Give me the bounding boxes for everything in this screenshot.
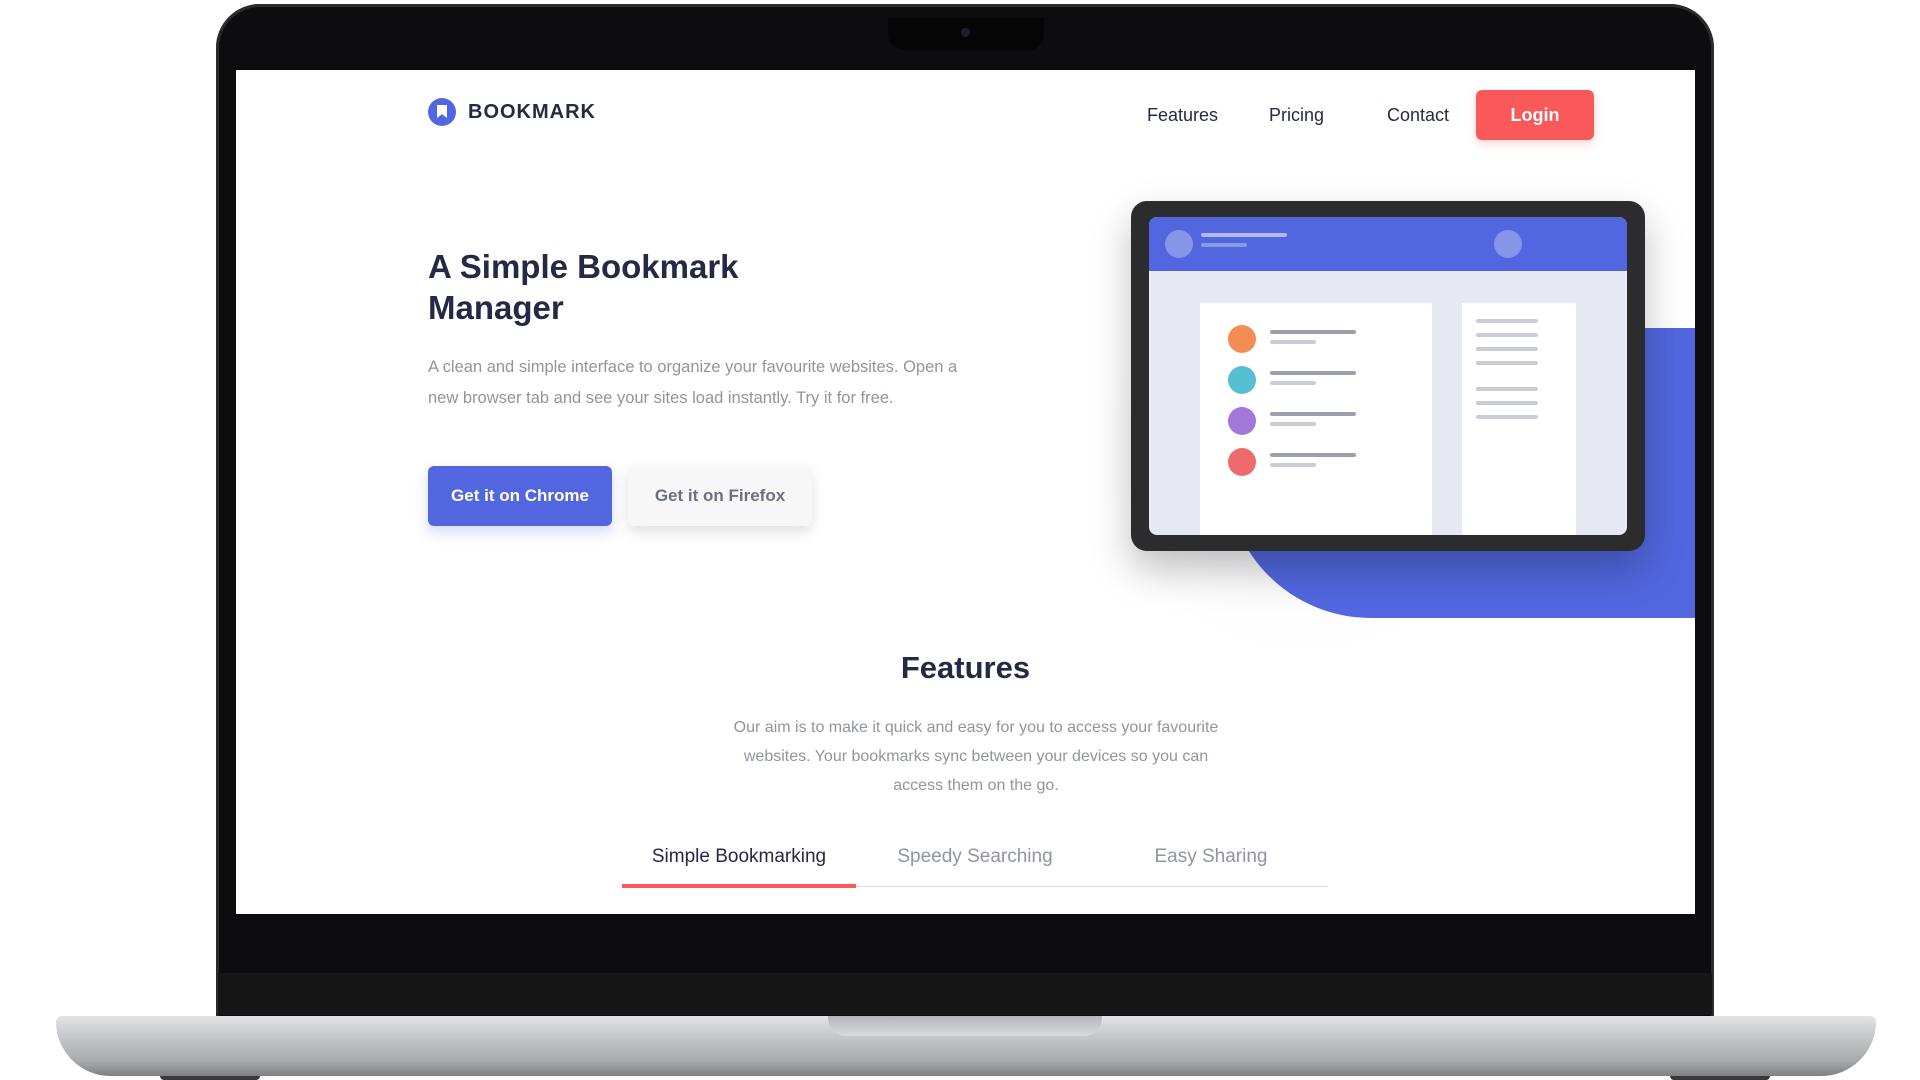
get-firefox-button[interactable]: Get it on Firefox <box>628 466 812 526</box>
logo[interactable]: BOOKMARK <box>428 98 596 126</box>
bookmark-dot-icon <box>1228 448 1256 476</box>
tab-easy-sharing[interactable]: Easy Sharing <box>1094 846 1328 886</box>
list-line <box>1270 422 1316 426</box>
laptop-foot-left <box>160 1076 260 1080</box>
bookmark-dot-icon <box>1228 407 1256 435</box>
hero-title: A Simple Bookmark Manager <box>428 248 739 326</box>
camera-icon <box>961 28 970 37</box>
sidebar-line <box>1476 319 1538 323</box>
list-line <box>1270 381 1316 385</box>
bookmark-dot-icon <box>1228 366 1256 394</box>
tablet-topbar <box>1149 217 1627 271</box>
list-line <box>1270 412 1356 416</box>
logo-text: BOOKMARK <box>468 100 596 123</box>
sidebar-line <box>1476 347 1538 351</box>
hero-tablet-illustration <box>1131 201 1645 551</box>
list-line <box>1270 371 1356 375</box>
sidebar-line <box>1476 333 1538 337</box>
nav-link-features[interactable]: Features <box>1147 105 1218 126</box>
laptop-lid-chin <box>218 973 1712 1015</box>
nav-link-contact[interactable]: Contact <box>1387 105 1449 126</box>
nav-link-pricing[interactable]: Pricing <box>1269 105 1324 126</box>
get-chrome-button[interactable]: Get it on Chrome <box>428 466 612 526</box>
menu-placeholder-icon <box>1494 230 1522 258</box>
hero-description: A clean and simple interface to organize… <box>428 358 958 407</box>
bookmark-list-card <box>1200 303 1432 535</box>
bookmark-dot-icon <box>1228 325 1256 353</box>
login-button[interactable]: Login <box>1476 90 1594 140</box>
topbar-line <box>1201 243 1247 247</box>
sidebar-line <box>1476 415 1538 419</box>
laptop-base-notch <box>828 1016 1102 1036</box>
topbar-line <box>1201 233 1287 237</box>
bookmark-icon <box>428 98 456 126</box>
tablet-screen <box>1149 217 1627 535</box>
sidebar-line <box>1476 387 1538 391</box>
laptop-foot-right <box>1670 1076 1770 1080</box>
avatar-placeholder-icon <box>1165 230 1193 258</box>
features-description: Our aim is to make it quick and easy for… <box>733 719 1219 794</box>
list-line <box>1270 453 1356 457</box>
sidebar-line <box>1476 401 1538 405</box>
list-line <box>1270 340 1316 344</box>
tab-speedy-searching[interactable]: Speedy Searching <box>858 846 1092 886</box>
sidebar-line <box>1476 361 1538 365</box>
features-tabs: Simple Bookmarking Speedy Searching Easy… <box>622 846 1328 888</box>
tab-simple-bookmarking[interactable]: Simple Bookmarking <box>622 846 856 888</box>
list-line <box>1270 463 1316 467</box>
website-screen: BOOKMARK Features Pricing Contact Login … <box>236 70 1695 914</box>
list-line <box>1270 330 1356 334</box>
features-heading: Features <box>900 650 1031 685</box>
sidebar-card <box>1462 303 1576 535</box>
